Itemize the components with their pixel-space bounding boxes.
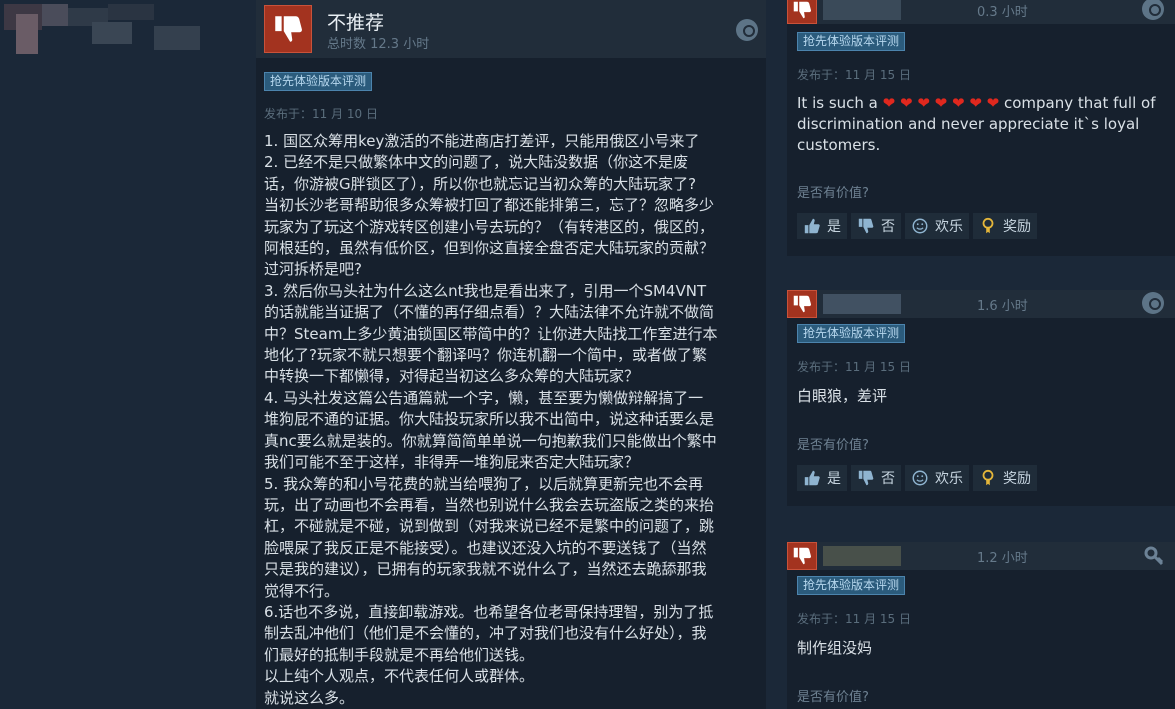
steam-icon xyxy=(736,19,758,41)
vote-funny-button[interactable]: 欢乐 xyxy=(905,465,969,491)
posted-date: 发布于：11 月 10 日 xyxy=(264,107,378,121)
vote-no-button[interactable]: 否 xyxy=(851,213,901,239)
review-hours: 1.2 小时 xyxy=(977,551,1028,566)
vote-no-label: 否 xyxy=(881,219,895,235)
early-access-badge: 抢先体验版本评测 xyxy=(264,72,373,91)
smiley-icon xyxy=(912,470,928,486)
side-review-header: 1.2 小时 xyxy=(787,542,1175,570)
vote-no-button[interactable]: 否 xyxy=(851,465,901,491)
main-review: 不推荐 总时数 12.3 小时 抢先体验版本评测 发布于：11 月 10 日 1… xyxy=(256,0,766,709)
helpful-question: 是否有价值? xyxy=(797,690,869,705)
helpful-question: 是否有价值? xyxy=(797,186,869,201)
side-review-header: 0.3 小时 xyxy=(787,0,1175,24)
review-header: 不推荐 总时数 12.3 小时 xyxy=(256,0,766,58)
review-body: 1. 国区众筹用key激活的不能进商店打差评，只能用俄区小号来了 2. 已经不是… xyxy=(264,132,718,707)
posted-date: 发布于：11 月 15 日 xyxy=(797,360,911,374)
smiley-icon xyxy=(912,218,928,234)
review-text-start: It is such a xyxy=(797,94,883,112)
side-review-3: 1.2 小时 抢先体验版本评测 发布于：11 月 15 日 制作组没妈 是否有价… xyxy=(787,542,1175,709)
side-review-header: 1.6 小时 xyxy=(787,290,1175,318)
early-access-badge: 抢先体验版本评测 xyxy=(797,32,906,51)
vote-no-label: 否 xyxy=(881,471,895,487)
award-icon xyxy=(982,469,994,486)
thumbs-down-icon xyxy=(858,218,874,234)
thumbs-down-icon xyxy=(858,470,874,486)
vote-row: 是 否 欢乐 奖励 xyxy=(797,465,1041,491)
early-access-badge: 抢先体验版本评测 xyxy=(797,576,906,595)
key-icon xyxy=(1143,545,1165,567)
vote-yes-label: 是 xyxy=(827,471,841,487)
review-text: 白眼狼，差评 xyxy=(797,387,888,405)
award-button[interactable]: 奖励 xyxy=(973,465,1037,491)
vote-yes-button[interactable]: 是 xyxy=(797,465,847,491)
award-button[interactable]: 奖励 xyxy=(973,213,1037,239)
steam-icon xyxy=(1142,0,1164,20)
vote-funny-label: 欢乐 xyxy=(935,471,963,487)
thumbs-down-icon xyxy=(787,290,817,318)
award-label: 奖励 xyxy=(1003,219,1031,235)
left-column xyxy=(0,0,256,709)
vote-funny-button[interactable]: 欢乐 xyxy=(905,213,969,239)
vote-yes-label: 是 xyxy=(827,219,841,235)
side-review-1: 0.3 小时 抢先体验版本评测 发布于：11 月 15 日 It is such… xyxy=(787,0,1175,256)
award-icon xyxy=(982,217,994,234)
steam-icon xyxy=(1142,292,1164,314)
blurred-username xyxy=(823,546,901,566)
thumbs-down-icon xyxy=(787,542,817,570)
review-text: 制作组没妈 xyxy=(797,639,873,657)
review-verdict: 不推荐 xyxy=(327,12,385,34)
posted-date: 发布于：11 月 15 日 xyxy=(797,68,911,82)
review-hours: 0.3 小时 xyxy=(977,5,1028,20)
helpful-question: 是否有价值? xyxy=(797,438,869,453)
review-hours: 总时数 12.3 小时 xyxy=(327,37,430,52)
review-text: It is such a ❤ ❤ ❤ ❤ ❤ ❤ ❤ company that … xyxy=(797,93,1169,156)
thumbs-down-icon xyxy=(787,0,817,24)
vote-funny-label: 欢乐 xyxy=(935,219,963,235)
vote-row: 是 否 欢乐 奖励 xyxy=(797,213,1041,239)
thumbs-up-icon xyxy=(804,470,820,486)
award-label: 奖励 xyxy=(1003,471,1031,487)
posted-date: 发布于：11 月 15 日 xyxy=(797,612,911,626)
review-hours: 1.6 小时 xyxy=(977,299,1028,314)
hearts-icon: ❤ ❤ ❤ ❤ ❤ ❤ ❤ xyxy=(882,94,1000,112)
thumbs-down-icon xyxy=(264,5,312,53)
vote-yes-button[interactable]: 是 xyxy=(797,213,847,239)
blurred-username xyxy=(823,294,901,314)
blurred-avatar xyxy=(4,4,200,56)
early-access-badge: 抢先体验版本评测 xyxy=(797,324,906,343)
thumbs-up-icon xyxy=(804,218,820,234)
blurred-username xyxy=(823,0,901,20)
side-review-2: 1.6 小时 抢先体验版本评测 发布于：11 月 15 日 白眼狼，差评 是否有… xyxy=(787,290,1175,506)
